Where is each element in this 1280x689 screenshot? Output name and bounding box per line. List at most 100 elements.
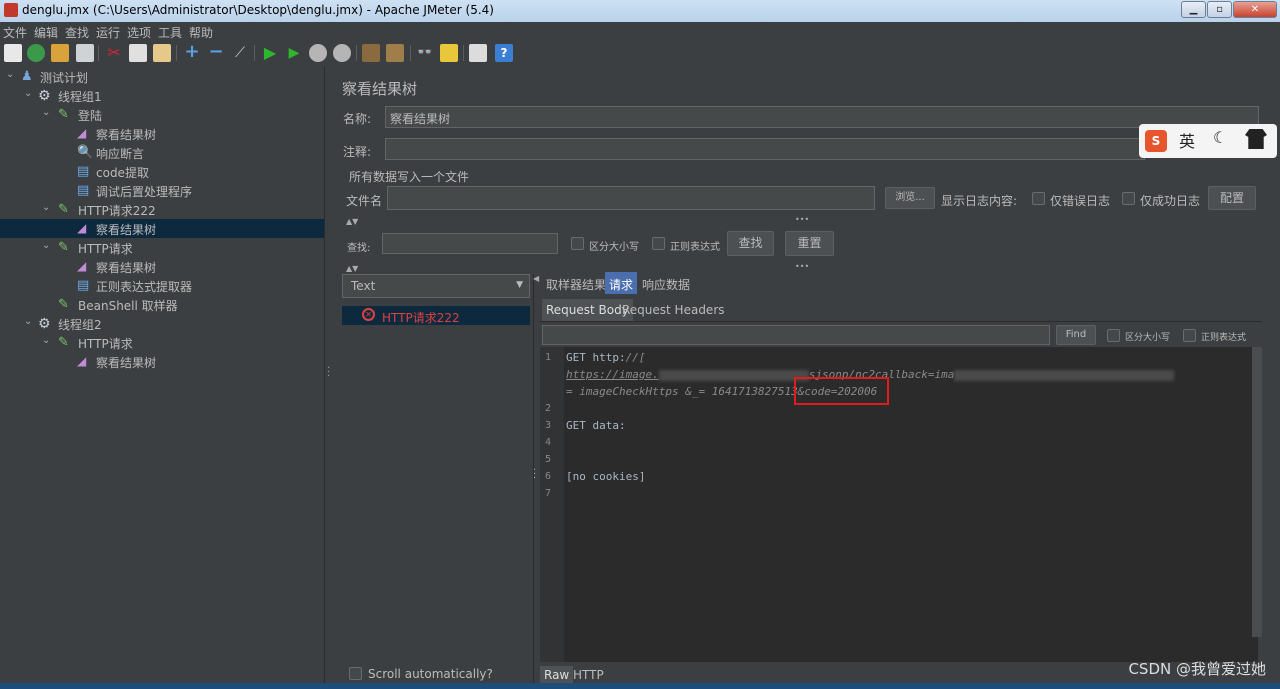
comment-field[interactable]: [385, 138, 1145, 160]
menu-search[interactable]: 查找: [65, 24, 89, 41]
editor-case-sensitive-checkbox[interactable]: [1107, 329, 1120, 342]
editor-find-button[interactable]: Find: [1056, 325, 1096, 345]
function-helper-icon[interactable]: [469, 44, 487, 62]
filename-field[interactable]: [387, 186, 875, 210]
toggle-icon[interactable]: ⟋: [231, 44, 249, 62]
tree-item-results-tree-3[interactable]: ◢ 察看结果树: [0, 352, 324, 371]
tree-item-results-tree[interactable]: ◢ 察看结果树: [0, 124, 324, 143]
copy-icon[interactable]: [129, 44, 147, 62]
minimize-button[interactable]: ▁: [1181, 1, 1206, 18]
regex-checkbox[interactable]: [652, 237, 665, 250]
drag-handle-icon[interactable]: •••: [795, 262, 809, 271]
search-binoculars-icon[interactable]: 👓: [416, 44, 434, 62]
tree-item-http-request-222[interactable]: ⌄ ✎ HTTP请求222: [0, 200, 324, 219]
success-only-checkbox[interactable]: [1122, 192, 1135, 205]
search-input[interactable]: [382, 233, 558, 254]
chevron-down-icon[interactable]: ⌄: [42, 108, 52, 118]
tree-item-results-tree-2[interactable]: ◢ 察看结果树: [0, 257, 324, 276]
menu-tools[interactable]: 工具: [158, 24, 182, 41]
tree-splitter[interactable]: · · ·: [324, 67, 332, 689]
start-icon[interactable]: ▶: [261, 44, 279, 62]
collapse-left-icon[interactable]: ◀: [533, 274, 539, 283]
chevron-down-icon[interactable]: ▼: [516, 280, 523, 290]
help-icon[interactable]: ?: [495, 44, 513, 62]
collapse-icon[interactable]: −: [207, 43, 225, 62]
tree-label: BeanShell 取样器: [78, 299, 178, 313]
tree-label: 调试后置处理程序: [96, 185, 193, 199]
results-tree-panel: 察看结果树 名称: 察看结果树 注释: S 英 ☾ 所有数据写入一个文件 文件名…: [333, 67, 1280, 689]
find-button[interactable]: 查找: [727, 231, 774, 256]
scroll-automatically-checkbox[interactable]: [349, 667, 362, 680]
new-icon[interactable]: [4, 44, 22, 62]
collapse-arrows-icon[interactable]: ▲▼: [346, 264, 358, 273]
errors-only-checkbox[interactable]: [1032, 192, 1045, 205]
result-item-http-request-222[interactable]: ✕ HTTP请求222: [342, 306, 530, 325]
sampler-pen-icon: ✎: [58, 240, 69, 255]
stop-icon[interactable]: [309, 44, 327, 62]
ime-skin-icon[interactable]: [1245, 129, 1267, 149]
chevron-down-icon[interactable]: ⌄: [6, 70, 16, 80]
tree-item-results-tree-selected[interactable]: ◢ 察看结果树: [0, 219, 324, 238]
csdn-watermark: CSDN @我曾爱过她: [1128, 660, 1266, 678]
close-button[interactable]: ✕: [1233, 1, 1277, 18]
editor-search-input[interactable]: [542, 325, 1050, 345]
chevron-down-icon[interactable]: ⌄: [42, 241, 52, 251]
editor-scrollbar[interactable]: [1252, 347, 1262, 637]
expand-icon[interactable]: +: [183, 43, 201, 62]
splitter-handle-icon[interactable]: · · ·: [327, 364, 330, 382]
chevron-down-icon[interactable]: ⌄: [42, 203, 52, 213]
sampler-pen-icon: ✎: [58, 202, 69, 217]
editor-regex-checkbox[interactable]: [1183, 329, 1196, 342]
chevron-down-icon[interactable]: ⌄: [24, 317, 34, 327]
menu-file[interactable]: 文件: [3, 24, 27, 41]
tab-request-headers[interactable]: Request Headers: [618, 299, 729, 321]
reset-button[interactable]: 重置: [785, 231, 834, 256]
reset-search-icon[interactable]: [440, 44, 458, 62]
templates-icon[interactable]: [27, 44, 45, 62]
tab-response-data[interactable]: 响应数据: [638, 272, 694, 294]
tree-item-thread-group-1[interactable]: ⌄ ⚙ 线程组1: [0, 86, 324, 105]
tree-item-http-request[interactable]: ⌄ ✎ HTTP请求: [0, 238, 324, 257]
view-mode-select[interactable]: Text ▼: [342, 274, 530, 298]
tree-item-debug-postprocessor[interactable]: ▤ 调试后置处理程序: [0, 181, 324, 200]
paste-icon[interactable]: [153, 44, 171, 62]
taskbar: [0, 683, 1280, 689]
name-field[interactable]: 察看结果树: [385, 106, 1259, 128]
cut-icon[interactable]: ✂: [105, 44, 123, 62]
collapse-arrows-icon[interactable]: ▲▼: [346, 217, 358, 226]
save-icon[interactable]: [76, 44, 94, 62]
tree-item-test-plan[interactable]: ⌄ ♟ 测试计划: [0, 67, 324, 86]
ime-logo-icon[interactable]: S: [1145, 130, 1167, 152]
tab-request[interactable]: 请求: [605, 272, 638, 294]
configure-button[interactable]: 配置: [1208, 186, 1256, 210]
chevron-down-icon[interactable]: ⌄: [24, 89, 34, 99]
clear-icon[interactable]: [362, 44, 380, 62]
menu-options[interactable]: 选项: [127, 24, 151, 41]
ime-language-toggle[interactable]: 英: [1179, 128, 1195, 152]
tree-item-response-assertion[interactable]: 🔍 响应断言: [0, 143, 324, 162]
tree-item-http-request-2[interactable]: ⌄ ✎ HTTP请求: [0, 333, 324, 352]
menu-help[interactable]: 帮助: [189, 24, 213, 41]
menu-run[interactable]: 运行: [96, 24, 120, 41]
tree-item-code-extractor[interactable]: ▤ code提取: [0, 162, 324, 181]
maximize-button[interactable]: ▫: [1207, 1, 1232, 18]
menu-edit[interactable]: 编辑: [34, 24, 58, 41]
splitter-handle-icon[interactable]: · · ·: [533, 466, 536, 484]
start-no-pause-icon[interactable]: ▶: [285, 44, 303, 62]
tree-item-thread-group-2[interactable]: ⌄ ⚙ 线程组2: [0, 314, 324, 333]
open-icon[interactable]: [51, 44, 69, 62]
ime-moon-icon[interactable]: ☾: [1213, 128, 1227, 147]
tree-item-regex-extractor[interactable]: ▤ 正则表达式提取器: [0, 276, 324, 295]
clear-all-icon[interactable]: [386, 44, 404, 62]
request-body-editor[interactable]: 1 2 3 4 5 6 7 GET http://[ https://image…: [540, 347, 1258, 662]
chevron-down-icon[interactable]: ⌄: [42, 336, 52, 346]
tab-sampler-result[interactable]: 取样器结果: [542, 272, 610, 294]
browse-button[interactable]: 浏览...: [885, 187, 935, 209]
tree-item-login[interactable]: ⌄ ✎ 登陆: [0, 105, 324, 124]
tree-item-beanshell-sampler[interactable]: ✎ BeanShell 取样器: [0, 295, 324, 314]
case-sensitive-checkbox[interactable]: [571, 237, 584, 250]
shutdown-icon[interactable]: [333, 44, 351, 62]
line-number: 6: [545, 471, 552, 482]
results-splitter[interactable]: ◀ · · ·: [533, 274, 539, 684]
drag-handle-icon[interactable]: •••: [795, 215, 809, 224]
